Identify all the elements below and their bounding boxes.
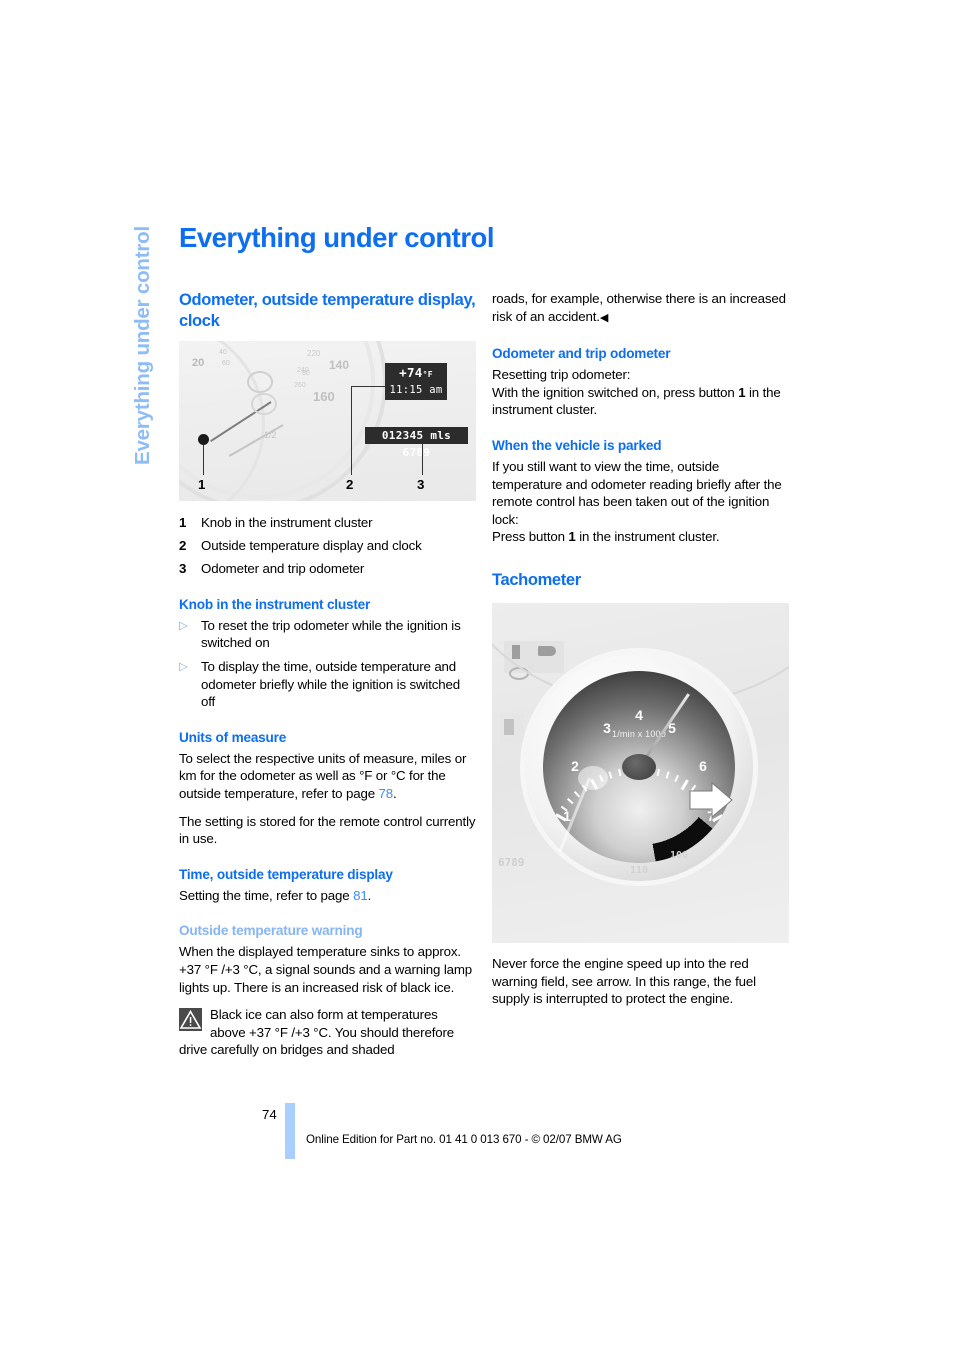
- bullet-item: ▷ To display the time, outside temperatu…: [179, 658, 476, 711]
- odo-text-a: With the ignition switched on, press but…: [492, 384, 739, 400]
- knob-bullet-list: ▷ To reset the trip odometer while the i…: [179, 617, 476, 711]
- instrument-cluster-figure: 20 40 60 80 140 160 220 240 260 1/2 +74°…: [179, 341, 476, 501]
- units-paragraph-2: The setting is stored for the remote con…: [179, 813, 476, 847]
- legend-text: Odometer and trip odometer: [201, 561, 365, 577]
- subheading-odometer-trip: Odometer and trip odometer: [492, 346, 671, 362]
- parked-text-a: Press button: [492, 529, 569, 545]
- ghost-needle-hub: [578, 765, 608, 790]
- legend-number: 3: [179, 561, 187, 577]
- needle-hub-upper: [247, 371, 273, 393]
- page-reference-81[interactable]: 81: [353, 888, 368, 903]
- tach-digit-6: 6: [699, 757, 707, 774]
- lcd-clock-value: 11:15 am: [389, 384, 443, 396]
- manual-page: Everything under control Everything unde…: [0, 0, 954, 1351]
- parked-paragraph-2: Press button 1 in the instrument cluster…: [492, 528, 789, 546]
- figure-callout-2: 2: [346, 477, 354, 492]
- triangle-bullet-icon: ▷: [179, 660, 188, 673]
- tach-digit-4: 4: [635, 706, 643, 723]
- time-text-a: Setting the time, refer to page: [179, 887, 354, 903]
- tachometer-figure: 6789 1 2 3 4 5 6 7 8 1/min x 1000 110 10…: [492, 602, 789, 943]
- section-heading-tachometer: Tachometer: [492, 570, 581, 589]
- lcd-temp-unit: °F: [422, 370, 433, 379]
- speedo-tick-220: 220: [307, 349, 321, 358]
- figure-credit-code: [398, 497, 464, 501]
- warning-note-text: Black ice can also form at temperatures …: [179, 1007, 455, 1058]
- lcd-odometer: 012345 mls 6789: [365, 427, 468, 459]
- page-reference-78[interactable]: 78: [379, 786, 394, 801]
- continued-text: roads, for example, otherwise there is a…: [492, 291, 786, 324]
- page-title: Everything under control: [179, 222, 494, 253]
- triangle-bullet-icon: ▷: [179, 619, 188, 632]
- figure-callout-3: 3: [417, 477, 425, 492]
- tachometer-needle-hub: [622, 753, 656, 780]
- parked-paragraph-1: If you still want to view the time, outs…: [492, 458, 782, 527]
- parked-button-number: 1: [568, 529, 576, 545]
- tachometer-scale-label: 1/min x 1000: [612, 728, 666, 739]
- time-text-b: .: [367, 887, 372, 903]
- bullet-text: To reset the trip odometer while the ign…: [201, 617, 461, 651]
- leader-line-2-vertical: [351, 386, 352, 475]
- lcd-temperature-clock: +74°F 11:15 am: [385, 363, 447, 400]
- battery-icon: [504, 718, 514, 735]
- footer-edition-text: Online Edition for Part no. 01 41 0 013 …: [306, 1133, 622, 1146]
- units-text-b: .: [393, 785, 397, 801]
- section-heading-odometer: Odometer, outside temperature display, c…: [179, 291, 476, 330]
- subheading-knob: Knob in the instrument cluster: [179, 596, 371, 612]
- parked-text-b: in the instrument cluster.: [575, 529, 720, 545]
- legend-text: Knob in the instrument cluster: [201, 515, 373, 530]
- faint-odometer-readout: 6789: [498, 855, 525, 869]
- continued-paragraph: roads, for example, otherwise there is a…: [492, 290, 789, 327]
- legend-item: 2 Outside temperature display and clock: [179, 537, 476, 555]
- subheading-temperature-warning: Outside temperature warning: [179, 923, 363, 939]
- subheading-units: Units of measure: [179, 729, 287, 745]
- legend-text: Outside temperature display and clock: [201, 538, 422, 554]
- bullet-text: To display the time, outside temperature…: [201, 658, 461, 710]
- units-paragraph-1: To select the respective units of measur…: [179, 750, 476, 803]
- footer-accent-bar: [285, 1103, 295, 1159]
- warning-zone-arrow-icon: [688, 781, 734, 819]
- speedo-tick-260: 260: [294, 382, 306, 389]
- legend-item: 1 Knob in the instrument cluster: [179, 514, 476, 532]
- temperature-warning-paragraph: When the displayed temperature sinks to …: [179, 944, 473, 995]
- subheading-time: Time, outside temperature display: [179, 866, 393, 882]
- leader-line-3: [422, 444, 423, 475]
- running-head-label: Everything under control: [131, 226, 154, 465]
- legend-number: 2: [179, 538, 187, 554]
- legend-item: 3 Odometer and trip odometer: [179, 560, 476, 578]
- tachometer-face: 1 2 3 4 5 6 7 8 1/min x 1000: [543, 670, 735, 863]
- end-of-warning-marker-icon: ◀: [599, 311, 609, 324]
- lcd-temp-value: +74: [399, 365, 423, 380]
- right-column: roads, for example, otherwise there is a…: [492, 290, 789, 1018]
- speedo-tick-60: 60: [222, 360, 230, 367]
- tachometer-caption: Never force the engine speed up into the…: [492, 955, 756, 1007]
- left-column: Odometer, outside temperature display, c…: [179, 290, 476, 1059]
- figure-credit-code: [711, 939, 777, 943]
- warning-note: Black ice can also form at temperatures …: [179, 1006, 476, 1059]
- odometer-paragraph-1: Resetting trip odometer:: [492, 367, 631, 383]
- figure-legend-list: 1 Knob in the instrument cluster 2 Outsi…: [179, 514, 476, 578]
- needle-hub-lower: [251, 393, 277, 415]
- page-number: 74: [262, 1107, 277, 1122]
- speedo-tick-20: 20: [192, 357, 205, 369]
- instrument-knob-marker: [198, 434, 209, 445]
- subheading-vehicle-parked: When the vehicle is parked: [492, 437, 662, 453]
- bullet-item: ▷ To reset the trip odometer while the i…: [179, 617, 476, 652]
- speedo-tick-140: 140: [329, 358, 350, 372]
- figure-callout-1: 1: [198, 477, 206, 492]
- running-head: Everything under control: [126, 215, 160, 465]
- speedo-tick-40: 40: [219, 349, 227, 356]
- units-text-a: To select the respective units of measur…: [179, 750, 467, 801]
- legend-number: 1: [179, 515, 187, 530]
- time-paragraph: Setting the time, refer to page 81.: [179, 887, 476, 905]
- odometer-paragraph-2: With the ignition switched on, press but…: [492, 384, 789, 419]
- leader-line-2-horizontal: [351, 386, 386, 387]
- speedo-tick-240: 240: [297, 367, 309, 374]
- speedo-tick-160: 160: [313, 389, 335, 404]
- leader-line-1: [203, 445, 204, 475]
- warning-triangle-icon: [179, 1008, 202, 1032]
- faint-speed-tick-110: 110: [630, 864, 649, 876]
- faint-speed-tick-100: 100: [670, 849, 689, 861]
